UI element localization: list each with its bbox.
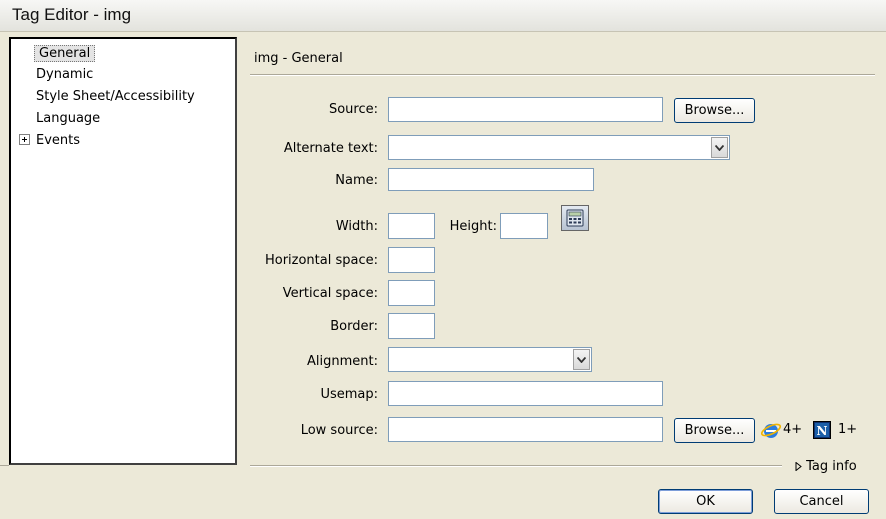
vertical-space-label: Vertical space:	[282, 286, 378, 301]
internet-explorer-icon	[760, 419, 782, 445]
ok-button[interactable]: OK	[658, 489, 753, 514]
netscape-version: 1+	[838, 422, 858, 437]
horizontal-space-input[interactable]	[388, 247, 435, 273]
low-source-label: Low source:	[300, 423, 378, 438]
tree-item-general[interactable]: General	[34, 45, 96, 62]
divider	[250, 74, 875, 76]
alternate-text-label: Alternate text:	[283, 141, 378, 156]
netscape-icon: N	[813, 421, 831, 439]
window-title: Tag Editor - img	[12, 5, 132, 24]
border-input[interactable]	[388, 313, 435, 339]
source-browse-button[interactable]: Browse...	[674, 98, 755, 123]
alignment-label: Alignment:	[307, 354, 378, 369]
panel-title: img - General	[254, 51, 343, 66]
vertical-space-input[interactable]	[388, 280, 435, 306]
tree-item-dynamic[interactable]: Dynamic	[36, 67, 93, 82]
calculator-icon[interactable]	[561, 205, 589, 231]
name-input[interactable]	[388, 168, 594, 191]
alignment-select[interactable]	[388, 347, 592, 372]
tree-item-events[interactable]: Events	[36, 133, 80, 148]
low-source-browse-button[interactable]: Browse...	[674, 418, 755, 443]
expand-plus-icon[interactable]	[19, 134, 30, 145]
usemap-label: Usemap:	[320, 387, 378, 402]
height-input[interactable]	[500, 213, 548, 239]
svg-text:N: N	[817, 424, 828, 438]
title-bar: Tag Editor - img	[0, 0, 886, 32]
width-input[interactable]	[388, 213, 435, 239]
triangle-right-icon	[795, 461, 802, 472]
height-label: Height:	[449, 219, 497, 234]
source-label: Source:	[328, 102, 378, 117]
width-label: Width:	[335, 219, 378, 234]
tree-item-language[interactable]: Language	[36, 111, 100, 126]
ie-version: 4+	[783, 422, 803, 437]
divider	[0, 465, 9, 466]
tag-info-toggle[interactable]: Tag info	[795, 459, 857, 474]
chevron-down-icon[interactable]	[711, 137, 728, 158]
tag-info-label: Tag info	[806, 459, 857, 474]
source-input[interactable]	[388, 97, 663, 122]
cancel-button[interactable]: Cancel	[774, 489, 869, 514]
category-tree[interactable]: General Dynamic Style Sheet/Accessibilit…	[9, 37, 237, 465]
divider	[250, 465, 782, 467]
chevron-down-icon[interactable]	[573, 349, 590, 370]
horizontal-space-label: Horizontal space:	[264, 253, 378, 268]
border-label: Border:	[330, 319, 378, 334]
low-source-input[interactable]	[388, 417, 663, 442]
tree-item-style-sheet-accessibility[interactable]: Style Sheet/Accessibility	[36, 89, 195, 104]
name-label: Name:	[335, 173, 378, 188]
usemap-input[interactable]	[388, 381, 663, 406]
alternate-text-combo[interactable]	[388, 135, 730, 160]
